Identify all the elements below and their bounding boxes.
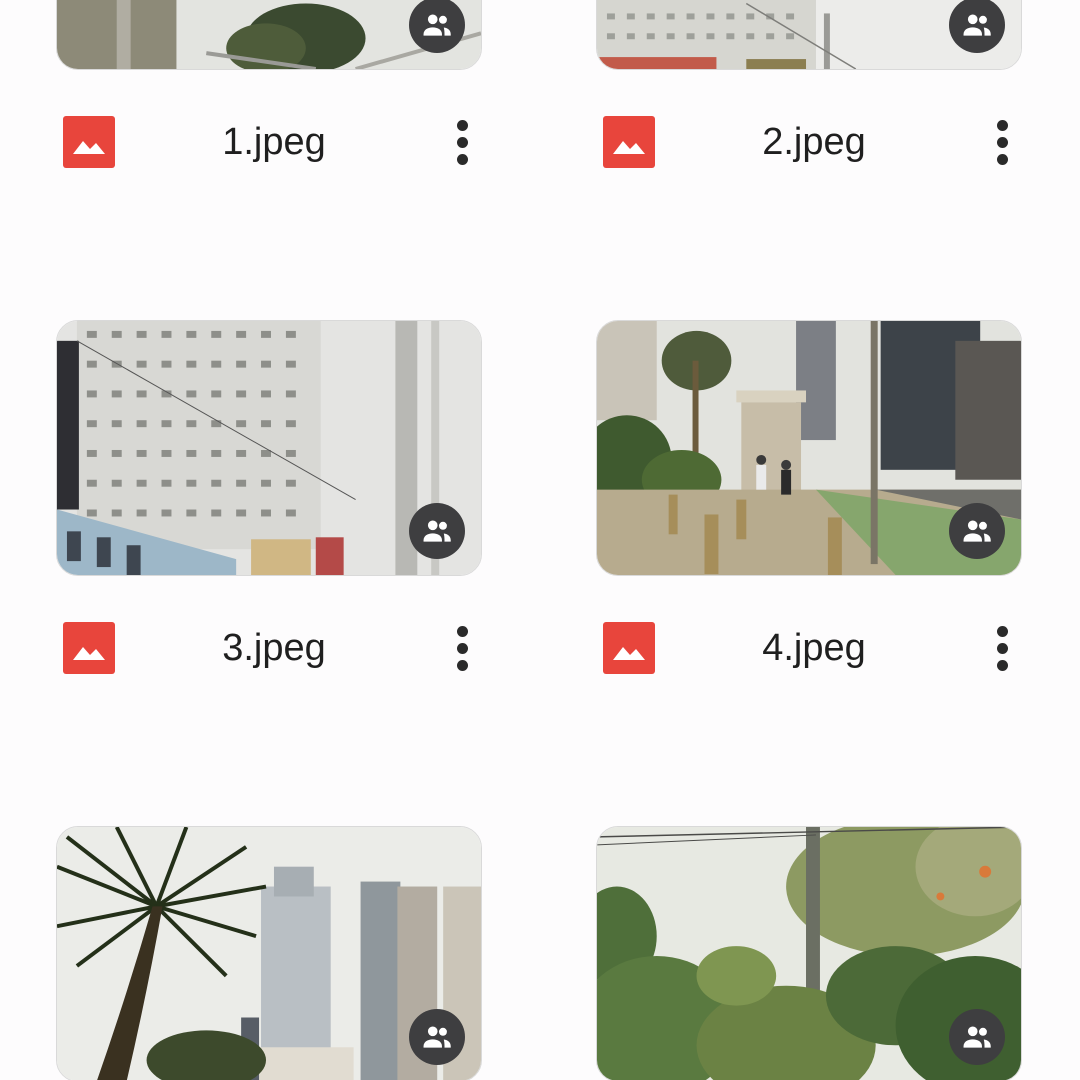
shared-badge xyxy=(409,503,465,559)
file-meta: 1.jpeg xyxy=(56,112,484,172)
thumbnail[interactable] xyxy=(596,320,1022,576)
people-icon xyxy=(963,14,991,36)
more-vert-icon[interactable] xyxy=(442,114,482,170)
shared-badge xyxy=(409,1009,465,1065)
people-icon xyxy=(423,520,451,542)
shared-badge xyxy=(949,503,1005,559)
file-name: 2.jpeg xyxy=(762,121,866,163)
more-vert-icon[interactable] xyxy=(982,620,1022,676)
thumbnail[interactable] xyxy=(596,826,1022,1080)
shared-badge xyxy=(949,1009,1005,1065)
thumbnail[interactable] xyxy=(56,826,482,1080)
more-vert-icon[interactable] xyxy=(982,114,1022,170)
people-icon xyxy=(963,1026,991,1048)
file-meta: 3.jpeg xyxy=(56,618,484,678)
thumbnail[interactable] xyxy=(56,320,482,576)
file-grid: 1.jpeg 2.jpeg 3.jpeg 4.jpeg xyxy=(0,0,1080,1080)
people-icon xyxy=(963,520,991,542)
more-vert-icon[interactable] xyxy=(442,620,482,676)
people-icon xyxy=(423,14,451,36)
file-name: 1.jpeg xyxy=(222,121,326,163)
thumbnail[interactable] xyxy=(596,0,1022,70)
thumbnail[interactable] xyxy=(56,0,482,70)
image-file-icon xyxy=(63,622,115,674)
file-meta: 2.jpeg xyxy=(596,112,1024,172)
file-meta: 4.jpeg xyxy=(596,618,1024,678)
file-name: 4.jpeg xyxy=(762,627,866,669)
image-file-icon xyxy=(603,116,655,168)
file-name: 3.jpeg xyxy=(222,627,326,669)
image-file-icon xyxy=(603,622,655,674)
people-icon xyxy=(423,1026,451,1048)
image-file-icon xyxy=(63,116,115,168)
